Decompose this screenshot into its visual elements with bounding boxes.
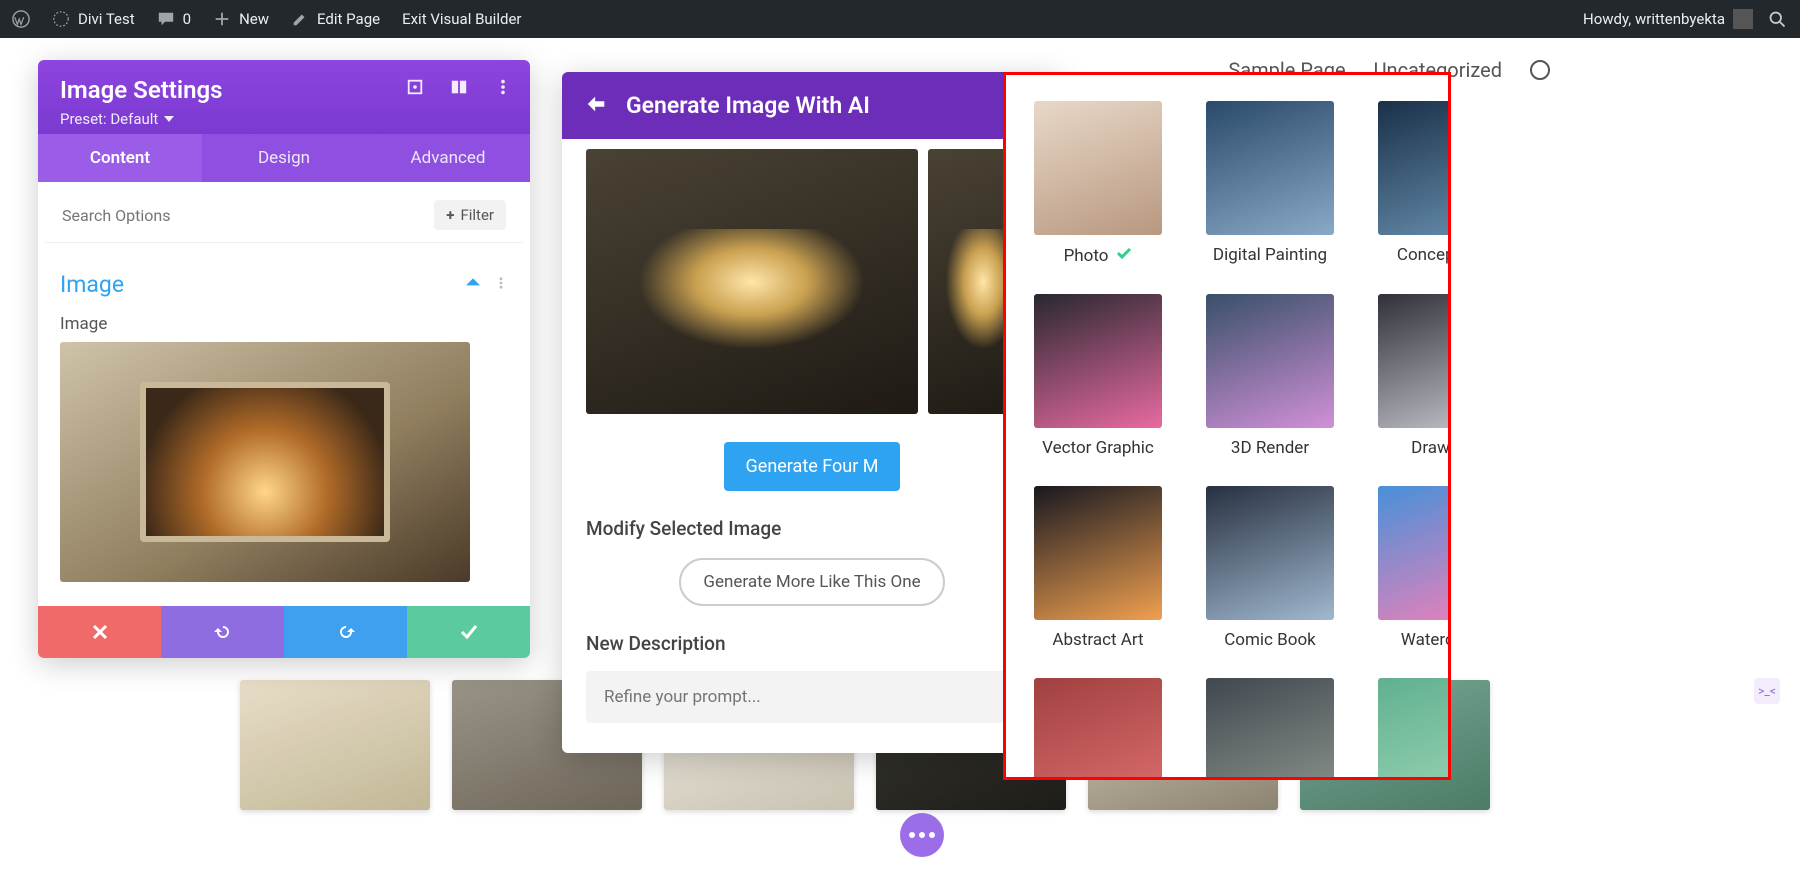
style-swatch [1378, 486, 1451, 620]
ai-generated-images [586, 149, 1038, 414]
filter-button[interactable]: +Filter [434, 200, 506, 230]
style-option-watercolor[interactable]: Watercolor [1378, 486, 1451, 650]
style-option-3d-render[interactable]: 3D Render [1206, 294, 1334, 458]
style-swatch [1034, 678, 1162, 780]
settings-tabs: Content Design Advanced [38, 134, 530, 182]
style-swatch [1206, 101, 1334, 235]
comments-count: 0 [183, 10, 191, 28]
wp-admin-bar: Divi Test 0 New Edit Page Exit Visual Bu… [0, 0, 1800, 38]
style-option-comic-book[interactable]: Comic Book [1206, 486, 1334, 650]
refine-prompt-input[interactable] [586, 671, 1038, 723]
style-swatch [1206, 678, 1334, 780]
admin-search-icon[interactable] [1767, 9, 1788, 30]
style-option-hidden[interactable] [1034, 678, 1162, 780]
style-option-vector-graphic[interactable]: Vector Graphic [1034, 294, 1162, 458]
site-name-text: Divi Test [78, 10, 135, 28]
style-option-hidden[interactable] [1378, 678, 1451, 780]
style-swatch [1034, 486, 1162, 620]
ai-modal-title: Generate Image With AI [626, 92, 870, 119]
undo-button[interactable] [161, 606, 284, 658]
nav-search-icon[interactable] [1530, 60, 1550, 80]
new-description-heading: New Description [586, 632, 1038, 655]
back-icon[interactable] [586, 93, 608, 119]
settings-footer [38, 606, 530, 658]
new-label: New [239, 10, 269, 28]
comments-link[interactable]: 0 [157, 10, 191, 28]
save-button[interactable] [407, 606, 530, 658]
image-preview[interactable] [60, 342, 470, 582]
style-option-drawing[interactable]: Drawing [1378, 294, 1451, 458]
side-toggle[interactable]: >_< [1754, 678, 1780, 704]
exit-visual-builder-link[interactable]: Exit Visual Builder [402, 10, 521, 28]
edit-page-link[interactable]: Edit Page [291, 10, 380, 28]
tab-content[interactable]: Content [38, 134, 202, 182]
snap-icon[interactable] [450, 78, 468, 100]
edit-page-label: Edit Page [317, 10, 380, 28]
howdy-user[interactable]: Howdy, writtenbyekta [1583, 9, 1753, 29]
style-swatch [1378, 294, 1451, 428]
collapse-icon[interactable] [466, 275, 480, 294]
redo-button[interactable] [284, 606, 407, 658]
style-option-photo[interactable]: Photo [1034, 101, 1162, 266]
image-style-picker: Photo Digital Painting Concept Art Vecto… [1003, 72, 1451, 780]
style-option-abstract-art[interactable]: Abstract Art [1034, 486, 1162, 650]
settings-header: Image Settings Preset: Default [38, 60, 530, 134]
style-swatch [1206, 486, 1334, 620]
style-swatch [1378, 101, 1451, 235]
tab-advanced[interactable]: Advanced [366, 134, 530, 182]
expand-icon[interactable] [406, 78, 424, 100]
image-settings-panel: Image Settings Preset: Default Content D… [38, 60, 530, 658]
style-swatch [1378, 678, 1451, 780]
modify-heading: Modify Selected Image [586, 517, 1038, 540]
kebab-menu-icon[interactable] [494, 78, 512, 100]
tab-design[interactable]: Design [202, 134, 366, 182]
cancel-button[interactable] [38, 606, 161, 658]
style-option-hidden[interactable] [1206, 678, 1334, 780]
divi-builder-fab[interactable] [900, 813, 944, 857]
section-label: Image [60, 271, 124, 298]
style-swatch [1034, 294, 1162, 428]
generate-more-like-this-button[interactable]: Generate More Like This One [679, 558, 944, 606]
site-name-link[interactable]: Divi Test [52, 10, 135, 28]
image-field-label: Image [60, 314, 508, 334]
preset-selector[interactable]: Preset: Default [60, 110, 508, 128]
gallery-image[interactable] [240, 680, 430, 810]
image-section-header[interactable]: Image [60, 259, 508, 304]
wp-logo[interactable] [12, 10, 30, 28]
style-option-concept-art[interactable]: Concept Art [1378, 101, 1451, 266]
search-options-row: +Filter [44, 188, 524, 243]
ai-modal-header: Generate Image With AI [562, 72, 1062, 139]
generate-four-more-button[interactable]: Generate Four M [724, 442, 901, 491]
generate-image-ai-modal: Generate Image With AI Generate Four M M… [562, 72, 1062, 753]
selected-check-icon [1116, 245, 1132, 266]
search-options-input[interactable] [62, 206, 434, 225]
style-swatch [1206, 294, 1334, 428]
style-option-digital-painting[interactable]: Digital Painting [1206, 101, 1334, 266]
avatar [1733, 9, 1753, 29]
ai-image-result[interactable] [586, 149, 918, 414]
style-swatch [1034, 101, 1162, 235]
new-content-link[interactable]: New [213, 10, 269, 28]
section-menu-icon[interactable] [494, 275, 508, 294]
